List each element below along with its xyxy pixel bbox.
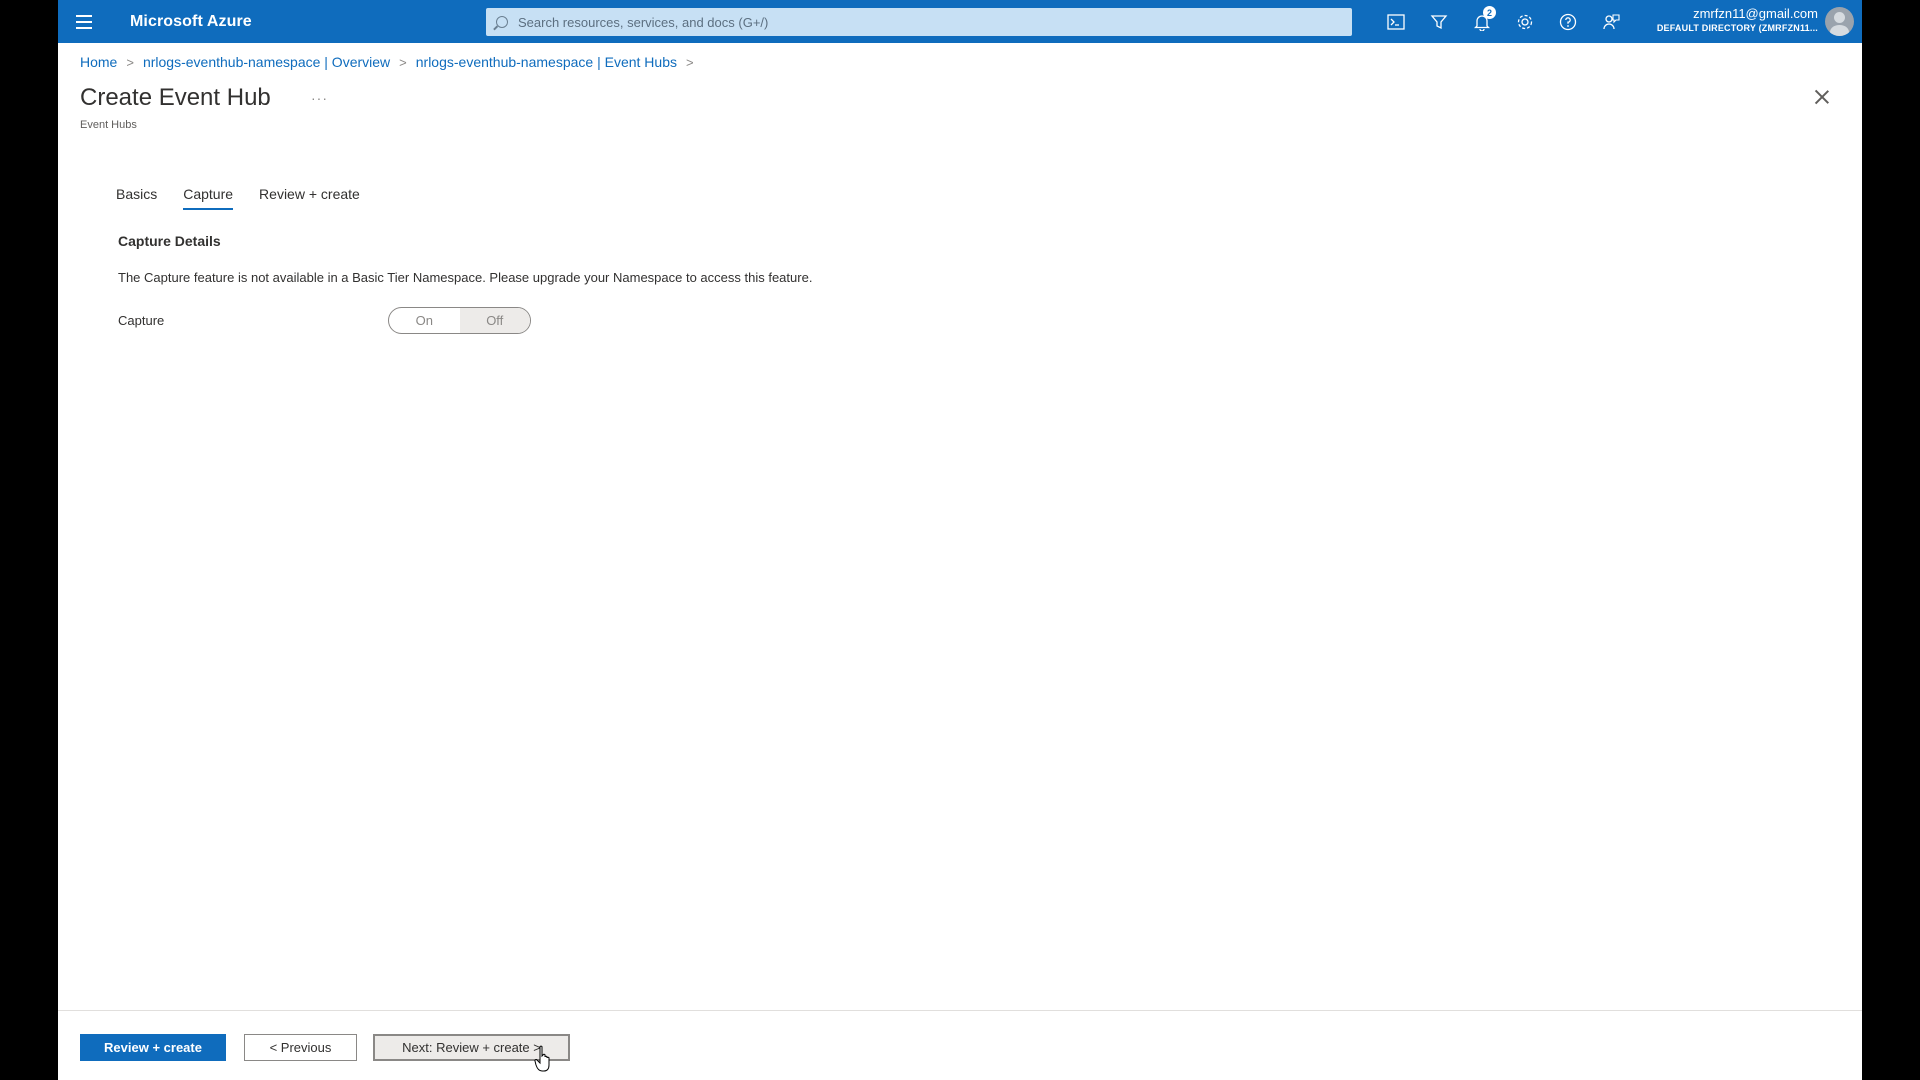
breadcrumb: Home > nrlogs-eventhub-namespace | Overv… — [80, 54, 703, 70]
brand-logo-text[interactable]: Microsoft Azure — [130, 13, 252, 31]
notifications-bell-icon[interactable]: 2 — [1460, 0, 1503, 43]
breadcrumb-home[interactable]: Home — [80, 54, 117, 70]
chevron-right-icon: > — [685, 54, 694, 70]
close-icon[interactable] — [1813, 88, 1831, 106]
search-icon — [496, 16, 508, 28]
capture-toggle[interactable]: On Off — [388, 307, 531, 334]
capture-toggle-on[interactable]: On — [389, 308, 460, 333]
previous-button[interactable]: < Previous — [244, 1034, 357, 1061]
capture-toggle-off[interactable]: Off — [459, 308, 530, 333]
tab-basics[interactable]: Basics — [116, 186, 157, 210]
menu-icon[interactable] — [58, 0, 110, 43]
avatar[interactable] — [1825, 7, 1854, 36]
chevron-right-icon: > — [126, 54, 134, 70]
feedback-icon[interactable] — [1589, 0, 1632, 43]
footer-bar: Review + create < Previous Next: Review … — [58, 1010, 1862, 1080]
search-input[interactable]: Search resources, services, and docs (G+… — [486, 8, 1352, 36]
settings-gear-icon[interactable] — [1503, 0, 1546, 43]
page-title: Create Event Hub — [80, 84, 271, 111]
wizard-tabs: Basics Capture Review + create — [116, 186, 386, 210]
tab-capture[interactable]: Capture — [183, 186, 234, 210]
help-question-icon[interactable] — [1546, 0, 1589, 43]
breadcrumb-namespace-event-hubs[interactable]: nrlogs-eventhub-namespace | Event Hubs — [416, 54, 677, 70]
page-subtitle: Event Hubs — [80, 119, 137, 131]
directory-filter-icon[interactable] — [1417, 0, 1460, 43]
tab-review-create[interactable]: Review + create — [259, 186, 360, 210]
account-email: zmrfzn11@gmail.com — [1693, 6, 1818, 21]
notification-badge: 2 — [1483, 6, 1496, 19]
top-bar: Microsoft Azure Search resources, servic… — [58, 0, 1862, 43]
capture-label: Capture — [118, 313, 165, 328]
more-options-icon[interactable]: ··· — [311, 90, 328, 106]
chevron-right-icon: > — [399, 54, 407, 70]
section-title: Capture Details — [118, 233, 221, 249]
capture-info-text: The Capture feature is not available in … — [118, 270, 813, 285]
account-menu[interactable]: zmrfzn11@gmail.com DEFAULT DIRECTORY (ZM… — [1657, 6, 1818, 34]
breadcrumb-namespace-overview[interactable]: nrlogs-eventhub-namespace | Overview — [143, 54, 390, 70]
top-bar-icons: 2 — [1374, 0, 1632, 43]
account-directory: DEFAULT DIRECTORY (ZMRFZN11... — [1656, 23, 1818, 33]
azure-portal-window: Microsoft Azure Search resources, servic… — [58, 0, 1862, 1080]
search-placeholder: Search resources, services, and docs (G+… — [518, 14, 769, 30]
review-create-button[interactable]: Review + create — [80, 1034, 226, 1061]
cloud-shell-icon[interactable] — [1374, 0, 1417, 43]
next-review-create-button[interactable]: Next: Review + create > — [373, 1034, 570, 1061]
